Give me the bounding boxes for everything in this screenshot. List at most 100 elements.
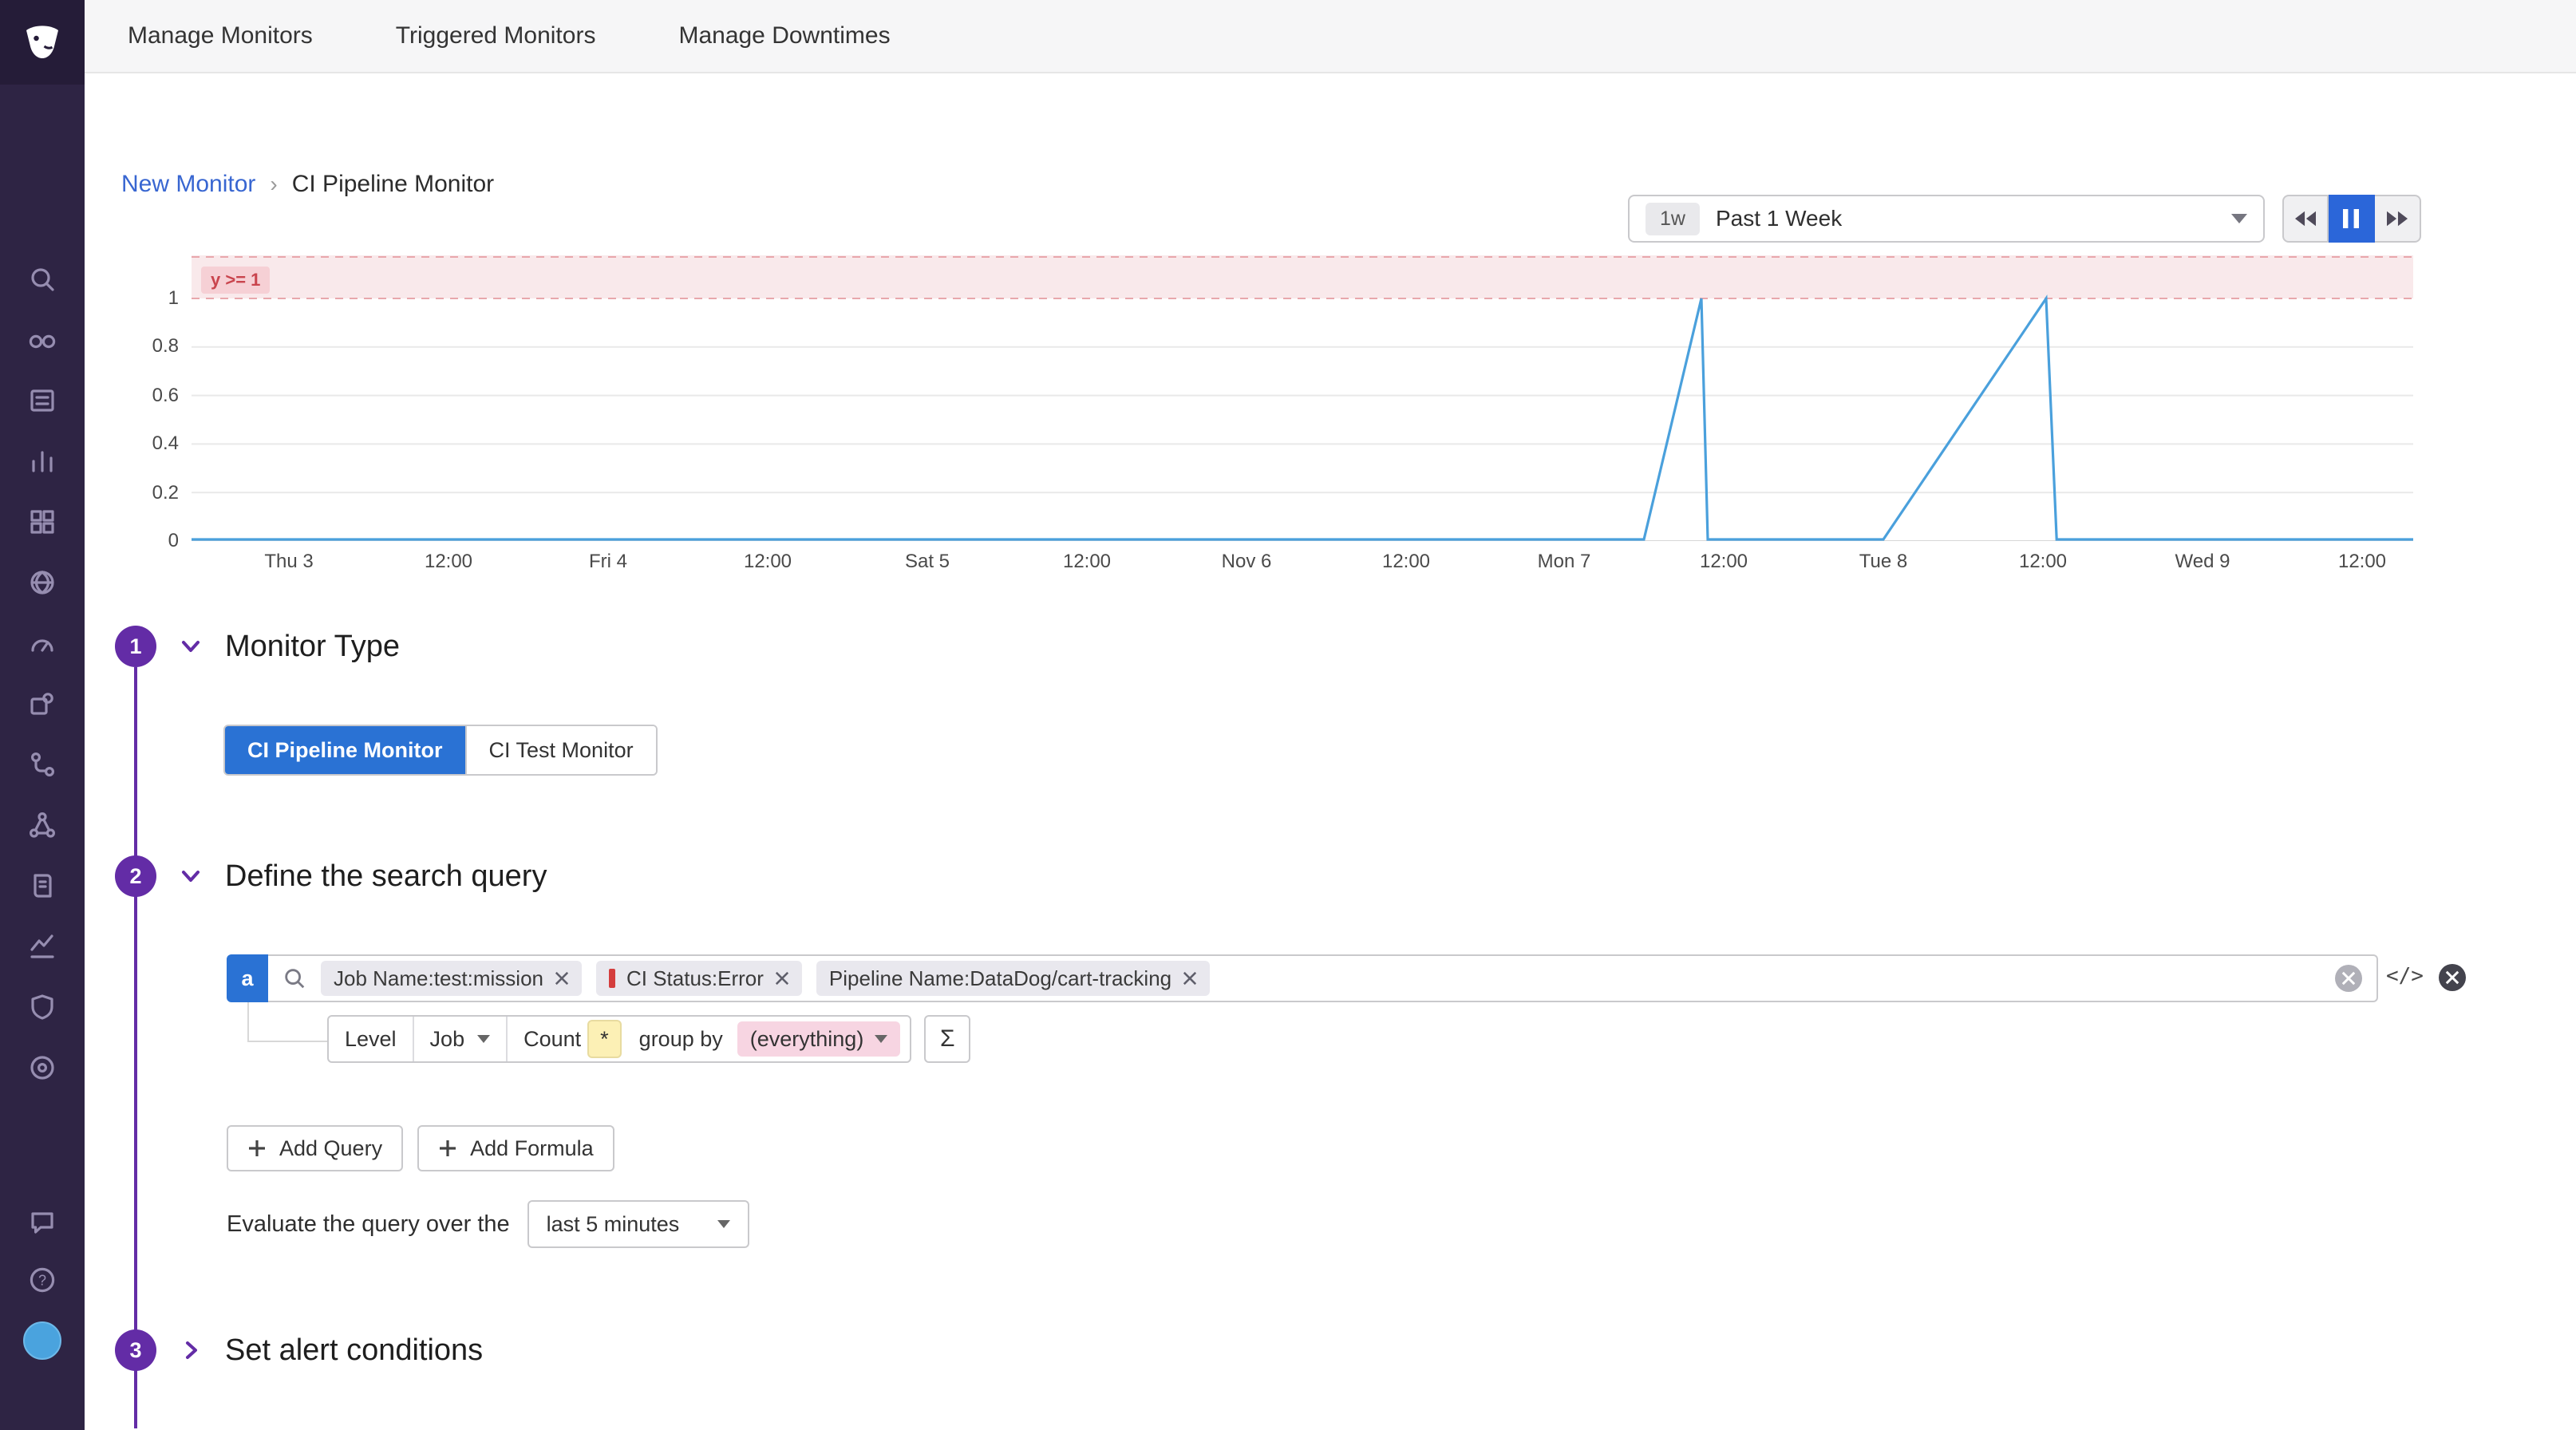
ci-test-monitor-button[interactable]: CI Test Monitor xyxy=(465,726,656,774)
aggregate-sigma-button[interactable]: Σ xyxy=(924,1015,970,1063)
ci-pipeline-monitor-button[interactable]: CI Pipeline Monitor xyxy=(225,726,465,774)
evaluate-label: Evaluate the query over the xyxy=(227,1211,510,1238)
datadog-dog-icon xyxy=(18,18,66,66)
level-select[interactable]: Job xyxy=(414,1017,508,1061)
grouping-box: Level Job Count * group by (everything) xyxy=(327,1015,911,1063)
step-connector-line xyxy=(134,667,137,1428)
close-icon xyxy=(2445,970,2459,985)
events-icon[interactable] xyxy=(26,385,58,417)
group-by-select[interactable]: (everything) xyxy=(737,1021,901,1057)
sidebar-bottom-icons: ? xyxy=(0,1207,85,1360)
step1-header[interactable]: 1 Monitor Type xyxy=(115,626,400,667)
content: New Monitor › CI Pipeline Monitor 1w Pas… xyxy=(85,73,2576,1428)
filter-chip-job-name[interactable]: Job Name:test:mission xyxy=(321,961,582,996)
chart-plot xyxy=(192,255,2413,541)
metrics-icon[interactable] xyxy=(26,445,58,477)
watchdog-icon[interactable] xyxy=(26,324,58,356)
chat-icon[interactable] xyxy=(26,1207,58,1238)
search-icon xyxy=(282,966,306,990)
security-icon[interactable] xyxy=(26,991,58,1023)
x-tick-label: Sat 5 xyxy=(905,551,950,573)
integrations-icon[interactable] xyxy=(26,688,58,720)
remove-filter-icon[interactable] xyxy=(1183,971,1197,986)
chevron-down-icon[interactable] xyxy=(179,864,203,888)
count-label: Count xyxy=(508,1017,587,1061)
filter-chip-ci-status[interactable]: CI Status:Error xyxy=(596,961,802,996)
main-area: Manage Monitors Triggered Monitors Manag… xyxy=(85,0,2576,1430)
synthetics-icon[interactable] xyxy=(26,567,58,598)
evaluation-window-select[interactable]: last 5 minutes xyxy=(527,1200,750,1248)
query-row: a Job Name:test:mission CI Status:Error … xyxy=(227,954,2378,1002)
remove-query-button[interactable] xyxy=(2439,964,2466,991)
count-value-field[interactable]: * xyxy=(587,1020,622,1058)
x-tick-label: Fri 4 xyxy=(589,551,627,573)
step2-title: Define the search query xyxy=(225,859,547,894)
pause-button[interactable] xyxy=(2329,195,2375,243)
ci-pipelines-icon[interactable] xyxy=(26,749,58,780)
remove-filter-icon[interactable] xyxy=(775,971,789,986)
step1-number-badge: 1 xyxy=(115,626,156,667)
evaluate-row: Evaluate the query over the last 5 minut… xyxy=(227,1200,749,1248)
chevron-down-icon xyxy=(875,1035,887,1043)
step3-number-badge: 3 xyxy=(115,1329,156,1371)
logs-icon[interactable] xyxy=(26,870,58,902)
chevron-down-icon xyxy=(2231,214,2247,223)
add-formula-button[interactable]: Add Formula xyxy=(417,1125,614,1171)
datadog-logo[interactable] xyxy=(0,0,85,85)
chevron-down-icon[interactable] xyxy=(179,634,203,658)
evaluation-window-value: last 5 minutes xyxy=(547,1212,680,1237)
remove-filter-icon[interactable] xyxy=(555,971,569,986)
y-tick-label: 0.8 xyxy=(152,335,179,358)
rewind-button[interactable] xyxy=(2282,195,2329,243)
step1-title: Monitor Type xyxy=(225,630,400,664)
monitors-icon[interactable] xyxy=(26,627,58,659)
monitor-type-toggle: CI Pipeline Monitor CI Test Monitor xyxy=(223,725,658,776)
step3-header[interactable]: 3 Set alert conditions xyxy=(115,1329,483,1371)
user-avatar[interactable] xyxy=(23,1321,61,1360)
code-view-toggle[interactable]: </> xyxy=(2386,964,2424,988)
x-tick-label: Thu 3 xyxy=(264,551,313,573)
service-map-icon[interactable] xyxy=(26,809,58,841)
x-tick-label: 12:00 xyxy=(2019,551,2067,573)
x-tick-label: 12:00 xyxy=(744,551,792,573)
add-query-button[interactable]: Add Query xyxy=(227,1125,403,1171)
tab-manage-monitors[interactable]: Manage Monitors xyxy=(128,22,313,49)
breadcrumb-new-monitor-link[interactable]: New Monitor xyxy=(121,171,255,198)
time-range-tag: 1w xyxy=(1646,203,1700,235)
fast-forward-button[interactable] xyxy=(2375,195,2421,243)
profiling-icon[interactable] xyxy=(26,1052,58,1084)
x-tick-label: Wed 9 xyxy=(2175,551,2230,573)
tab-triggered-monitors[interactable]: Triggered Monitors xyxy=(396,22,596,49)
y-tick-label: 0.6 xyxy=(152,385,179,407)
error-status-flag-icon xyxy=(609,969,615,988)
x-tick-label: Tue 8 xyxy=(1859,551,1907,573)
infrastructure-icon[interactable] xyxy=(26,506,58,538)
tab-manage-downtimes[interactable]: Manage Downtimes xyxy=(678,22,890,49)
apm-icon[interactable] xyxy=(26,930,58,962)
clear-query-button[interactable] xyxy=(2335,965,2362,992)
x-tick-label: 12:00 xyxy=(1382,551,1430,573)
svg-text:?: ? xyxy=(38,1272,46,1288)
chevron-right-icon[interactable] xyxy=(179,1338,203,1362)
plus-icon xyxy=(247,1139,267,1158)
level-label: Level xyxy=(329,1017,414,1061)
x-tick-label: 12:00 xyxy=(425,551,472,573)
x-tick-label: Mon 7 xyxy=(1538,551,1591,573)
filter-chip-pipeline-name[interactable]: Pipeline Name:DataDog/cart-tracking xyxy=(816,961,1210,996)
help-icon[interactable]: ? xyxy=(26,1264,58,1296)
search-query-input[interactable]: Job Name:test:mission CI Status:Error Pi… xyxy=(268,954,2378,1002)
datadog-new-monitor-page: ? Manage Monitors Triggered Monitors Man… xyxy=(0,0,2576,1430)
sidebar: ? xyxy=(0,0,85,1430)
y-tick-label: 0.4 xyxy=(152,433,179,455)
step2-header[interactable]: 2 Define the search query xyxy=(115,855,547,897)
monitors-top-nav: Manage Monitors Triggered Monitors Manag… xyxy=(85,0,2576,73)
filter-chip-label: CI Status:Error xyxy=(626,966,764,991)
breadcrumb: New Monitor › CI Pipeline Monitor xyxy=(121,171,494,198)
step2-number-badge: 2 xyxy=(115,855,156,897)
time-range-select[interactable]: 1w Past 1 Week xyxy=(1628,195,2265,243)
grouping-controls: Level Job Count * group by (everything) … xyxy=(327,1015,970,1063)
query-grouping-connector xyxy=(247,1002,329,1042)
x-tick-label: Nov 6 xyxy=(1222,551,1272,573)
step3-title: Set alert conditions xyxy=(225,1333,483,1368)
search-icon[interactable] xyxy=(26,263,58,295)
